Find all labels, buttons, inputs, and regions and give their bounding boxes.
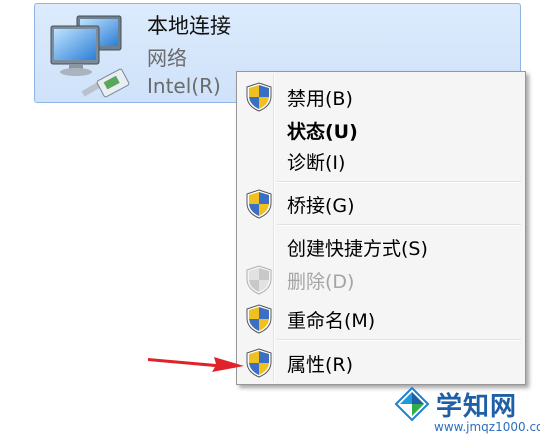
watermark: 学知网 www.jmqz1000.com: [388, 378, 540, 441]
menu-item-rename[interactable]: 重命名(M): [239, 302, 523, 334]
menu-separator: [277, 181, 521, 183]
menu-item-label: 禁用(B): [287, 88, 353, 110]
menu-item-label: 诊断(I): [287, 152, 346, 174]
menu-item-properties[interactable]: 属性(R): [239, 346, 523, 378]
menu-item-diagnose[interactable]: 诊断(I): [239, 144, 523, 176]
menu-item-create-shortcut[interactable]: 创建快捷方式(S): [239, 230, 523, 262]
watermark-url: www.jmqz1000.com: [434, 420, 540, 434]
uac-shield-icon: [246, 265, 272, 295]
network-adapter-icon: [50, 15, 130, 98]
menu-item-label: 创建快捷方式(S): [287, 238, 428, 260]
menu-item-label: 重命名(M): [287, 310, 376, 332]
menu-item-disable[interactable]: 禁用(B): [239, 80, 523, 112]
adapter-device: Intel(R): [147, 74, 221, 98]
uac-shield-icon: [246, 348, 272, 378]
red-arrow-icon: [148, 357, 244, 372]
menu-item-label: 状态(U): [287, 121, 358, 143]
menu-item-delete[interactable]: 删除(D): [239, 263, 523, 295]
uac-shield-icon: [246, 82, 272, 112]
watermark-title: 学知网: [436, 392, 518, 422]
menu-separator: [277, 224, 521, 226]
menu-item-bridge[interactable]: 桥接(G): [239, 187, 523, 219]
menu-item-label: 桥接(G): [287, 195, 355, 217]
menu-item-status[interactable]: 状态(U): [239, 113, 523, 145]
context-menu: 禁用(B) 状态(U) 诊断(I) 桥接(G) 创建快捷方式(S) 删除(D): [236, 71, 526, 385]
adapter-name: 本地连接: [147, 14, 231, 38]
menu-item-label: 属性(R): [287, 354, 354, 376]
uac-shield-icon: [246, 304, 272, 334]
watermark-logo: [394, 386, 430, 422]
adapter-type: 网络: [147, 46, 187, 70]
menu-item-label: 删除(D): [287, 271, 355, 293]
uac-shield-icon: [246, 189, 272, 219]
menu-separator: [277, 339, 521, 341]
